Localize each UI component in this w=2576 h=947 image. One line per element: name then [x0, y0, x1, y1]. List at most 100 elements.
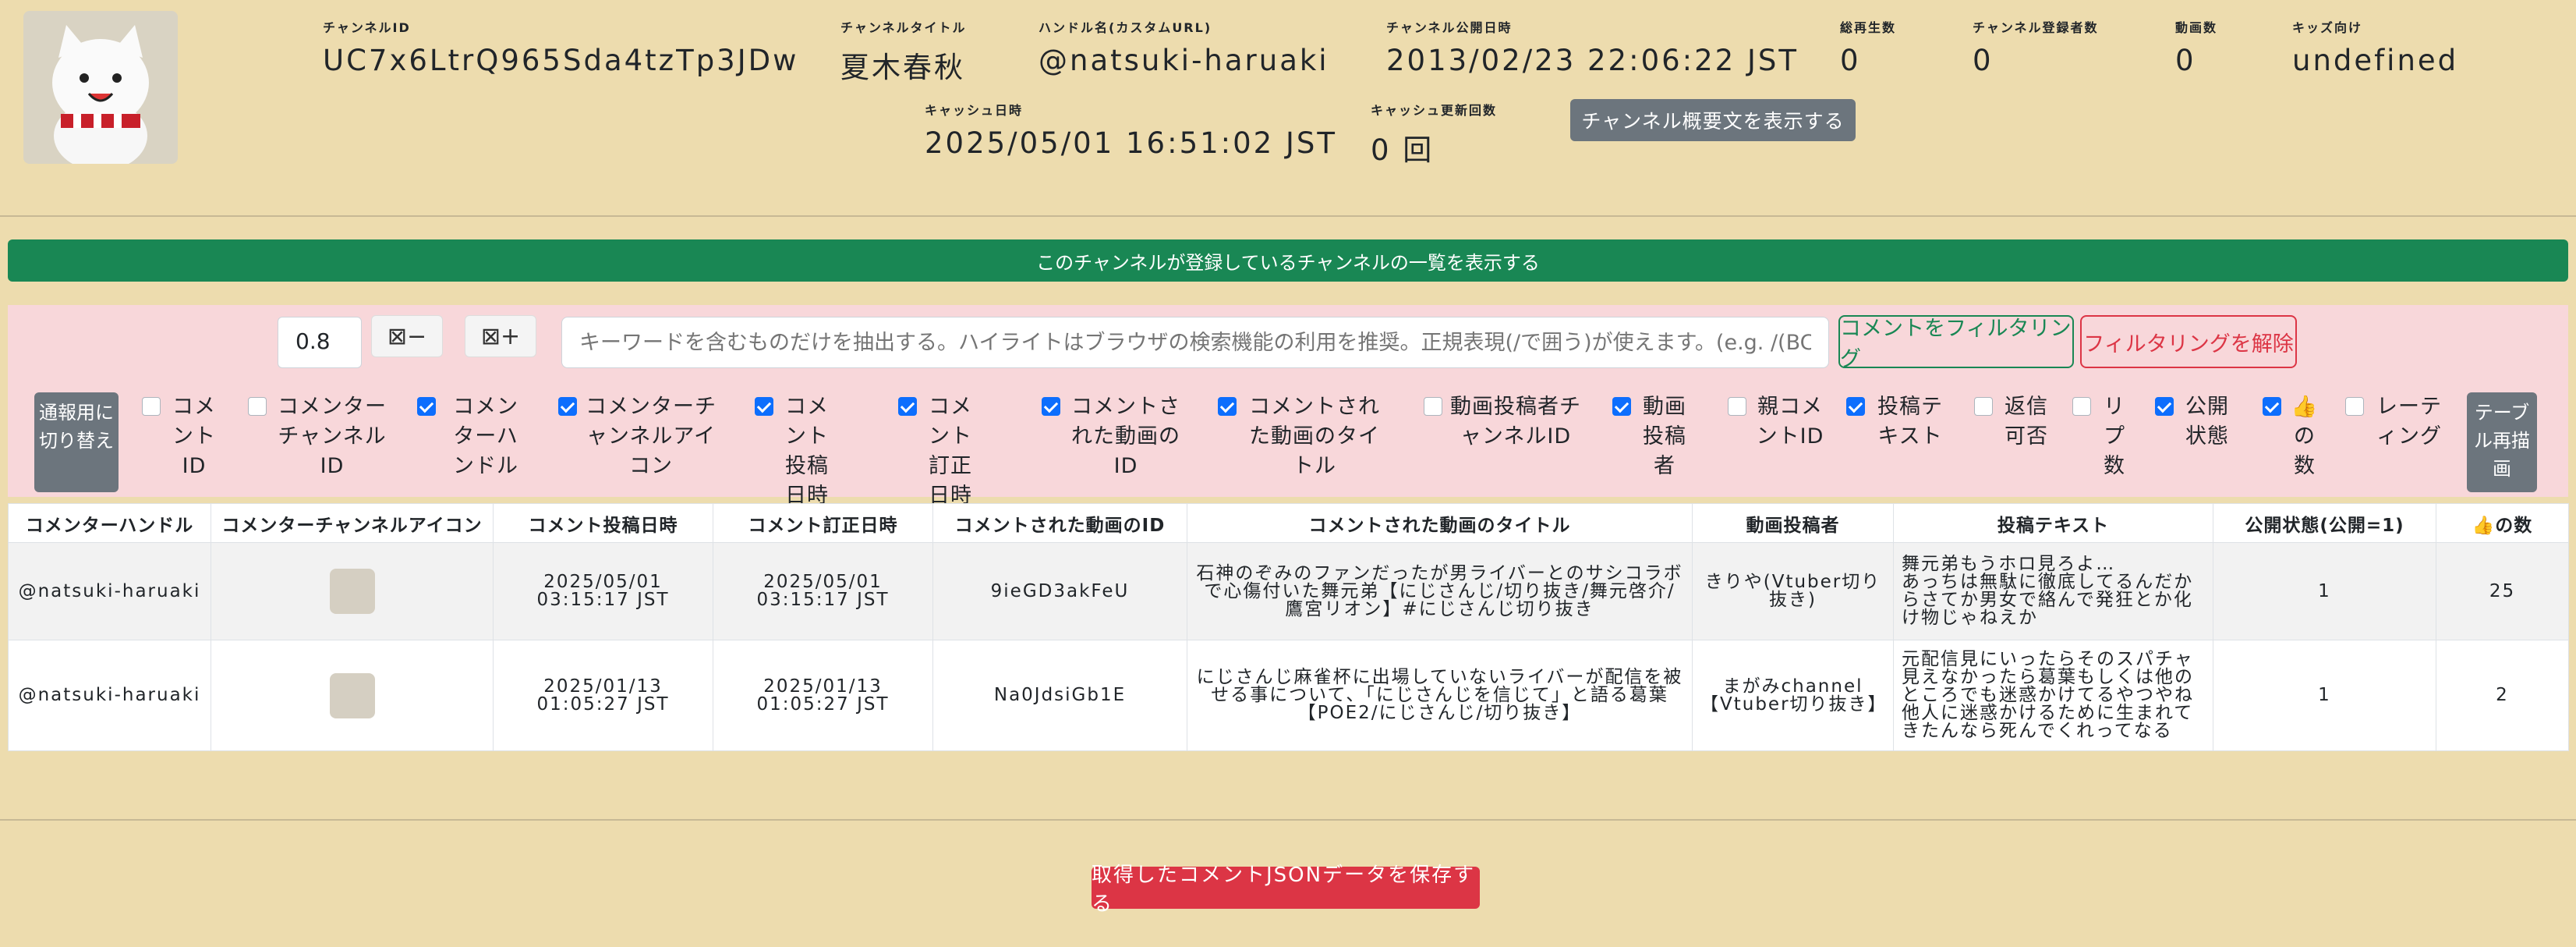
uploader-cell: まがみchannel【Vtuber切り抜き】 [1692, 640, 1894, 751]
video-id-cell[interactable]: Na0JdsiGb1E [932, 640, 1187, 751]
channel-title-value: 夏木春秋 [840, 51, 965, 84]
column-toggle-commenter-handle[interactable]: コメンターハンドル [417, 392, 528, 481]
column-checkbox[interactable] [1728, 397, 1746, 416]
column-toggle-edited-at[interactable]: コメント訂正日時 [898, 392, 976, 511]
post-text-cell: 元配信見にいったらそのスパチャ見えなかったら葛葉もしくは他のところでも迷惑かけて… [1893, 640, 2213, 751]
commenter-avatar [329, 672, 375, 718]
divider [0, 819, 2576, 821]
cache-date-value: 2025/05/01 16:51:02 JST [925, 126, 1337, 160]
column-header[interactable]: 公開状態(公開=1) [2213, 503, 2436, 543]
posted-at-cell: 2025/01/13 01:05:27 JST [493, 640, 713, 751]
published-label: チャンネル公開日時 [1386, 20, 1513, 35]
show-subscriptions-button[interactable]: このチャンネルが登録しているチャンネルの一覧を表示する [8, 239, 2568, 282]
column-toggle-label: コメント訂正日時 [929, 395, 972, 508]
column-toggle-label: コメンターチャンネルID [278, 395, 387, 478]
column-toggle-uploader-channel-id[interactable]: 動画投稿者チャンネルID [1424, 392, 1581, 452]
clear-filter-button[interactable]: フィルタリングを解除 [2080, 315, 2297, 368]
column-checkbox[interactable] [2263, 397, 2281, 416]
videos-label: 動画数 [2175, 20, 2218, 35]
cache-date-label: キャッシュ日時 [925, 103, 1024, 118]
column-header[interactable]: コメンターハンドル [8, 503, 211, 543]
table-row: @natsuki-haruaki 2025/05/01 03:15:17 JST… [8, 542, 2569, 640]
cache-count-label: キャッシュ更新回数 [1371, 103, 1498, 118]
filter-comments-button[interactable]: コメントをフィルタリング [1838, 315, 2074, 371]
column-toggle-label: 親コメントID [1756, 395, 1824, 449]
column-toggle-public-status[interactable]: 公開状態 [2155, 392, 2233, 452]
commenter-icon-cell [211, 542, 494, 640]
column-toggle-reply-count[interactable]: リプ数 [2072, 392, 2130, 481]
column-checkbox[interactable] [142, 397, 161, 416]
column-toggle-rating[interactable]: レーティング [2345, 392, 2447, 452]
commenter-avatar [329, 569, 375, 614]
cache-count-field: キャッシュ更新回数 0 回 [1371, 100, 1497, 168]
column-header[interactable]: 動画投稿者 [1692, 503, 1894, 543]
column-header[interactable]: コメントされた動画のID [932, 503, 1187, 543]
column-toggle-label: 👍の数 [2291, 395, 2319, 478]
column-checkbox[interactable] [558, 397, 577, 416]
column-toggle-label: コメンターハンドル [453, 395, 518, 478]
report-mode-toggle-button[interactable]: 通報用に切り替え [34, 392, 119, 492]
keyword-search-input[interactable] [561, 317, 1829, 368]
column-header[interactable]: 👍の数 [2436, 503, 2569, 543]
column-header[interactable]: 投稿テキスト [1893, 503, 2213, 543]
column-checkbox[interactable] [2072, 397, 2091, 416]
column-toggle-label: 動画投稿者 [1643, 395, 1686, 478]
video-id-cell[interactable]: 9ieGD3akFeU [932, 542, 1187, 640]
column-header[interactable]: コメントされた動画のタイトル [1187, 503, 1693, 543]
save-json-button[interactable]: 取得したコメントJSONデータを保存する [1092, 864, 1480, 916]
redraw-table-button[interactable]: テーブル再描画 [2467, 392, 2537, 492]
kids-field: キッズ向け undefined [2292, 17, 2458, 77]
column-checkbox[interactable] [1218, 397, 1237, 416]
total-views-field: 総再生数 0 [1840, 17, 1896, 77]
edited-at-cell: 2025/01/13 01:05:27 JST [713, 640, 933, 751]
column-toggle-commenter-channel-id[interactable]: コメンターチャンネルID [248, 392, 390, 481]
zoom-input[interactable]: 0.8 [278, 317, 362, 368]
zoom-in-button[interactable]: ⊠+ [465, 315, 536, 357]
cache-count-value: 0 回 [1371, 133, 1435, 167]
column-checkbox[interactable] [2345, 397, 2364, 416]
column-checkbox[interactable] [898, 397, 917, 416]
handle-value: @natsuki-haruaki [1039, 44, 1329, 77]
likes-cell: 2 [2436, 640, 2569, 751]
filter-panel: 0.8 ⊠− ⊠+ コメントをフィルタリング フィルタリングを解除 通報用に切り… [8, 305, 2568, 508]
column-checkbox[interactable] [2155, 397, 2174, 416]
kids-value: undefined [2292, 44, 2459, 77]
column-toggle-likes[interactable]: 👍の数 [2263, 392, 2320, 481]
column-toggle-label: リプ数 [2104, 395, 2125, 478]
video-title-cell: 石神のぞみのファンだったが男ライバーとのサシコラボで心傷付いた舞元弟【にじさんじ… [1187, 542, 1693, 640]
column-checkbox[interactable] [1042, 397, 1060, 416]
column-checkbox[interactable] [1424, 397, 1442, 416]
uploader-cell: きりや(Vtuber切り抜き) [1692, 542, 1894, 640]
column-header[interactable]: コメント投稿日時 [493, 503, 713, 543]
column-header[interactable]: コメント訂正日時 [713, 503, 933, 543]
column-toggle-comment-id[interactable]: コメントID [142, 392, 220, 481]
show-overview-button[interactable]: チャンネル概要文を表示する [1570, 99, 1856, 141]
column-toggle-post-text[interactable]: 投稿テキスト [1846, 392, 1948, 452]
column-checkbox[interactable] [1846, 397, 1865, 416]
column-toggle-label: 返信可否 [2005, 395, 2048, 449]
column-checkbox[interactable] [1612, 397, 1631, 416]
column-toggle-parent-comment-id[interactable]: 親コメントID [1728, 392, 1826, 452]
public-status-cell: 1 [2213, 542, 2436, 640]
column-toggle-label: コメントID [172, 395, 216, 478]
subscribers-label: チャンネル登録者数 [1973, 20, 2099, 35]
column-toggle-label: コメント投稿日時 [785, 395, 829, 508]
column-checkbox[interactable] [1974, 397, 1993, 416]
handle-field: ハンドル名(カスタムURL) @natsuki-haruaki [1039, 17, 1329, 77]
column-toggle-uploader[interactable]: 動画投稿者 [1612, 392, 1690, 481]
zoom-out-button[interactable]: ⊠− [371, 315, 443, 357]
channel-title-label: チャンネルタイトル [840, 20, 967, 35]
column-toggle-video-id[interactable]: コメントされた動画のID [1042, 392, 1184, 481]
column-toggle-reply-allowed[interactable]: 返信可否 [1974, 392, 2052, 452]
column-toggle-video-title[interactable]: コメントされた動画のタイトル [1218, 392, 1385, 481]
column-header[interactable]: コメンターチャンネルアイコン [211, 503, 494, 543]
column-checkbox[interactable] [248, 397, 267, 416]
column-toggle-posted-at[interactable]: コメント投稿日時 [755, 392, 833, 511]
column-checkbox[interactable] [755, 397, 773, 416]
column-toggle-label: レーティング [2376, 395, 2442, 449]
column-toggle-label: 公開状態 [2185, 395, 2229, 449]
column-checkbox[interactable] [417, 397, 436, 416]
column-toggle-label: コメントされた動画のタイトル [1249, 395, 1380, 478]
column-toggle-commenter-icon[interactable]: コメンターチャンネルアイコン [558, 392, 717, 481]
table-header-row: コメンターハンドル コメンターチャンネルアイコン コメント投稿日時 コメント訂正… [8, 503, 2569, 543]
